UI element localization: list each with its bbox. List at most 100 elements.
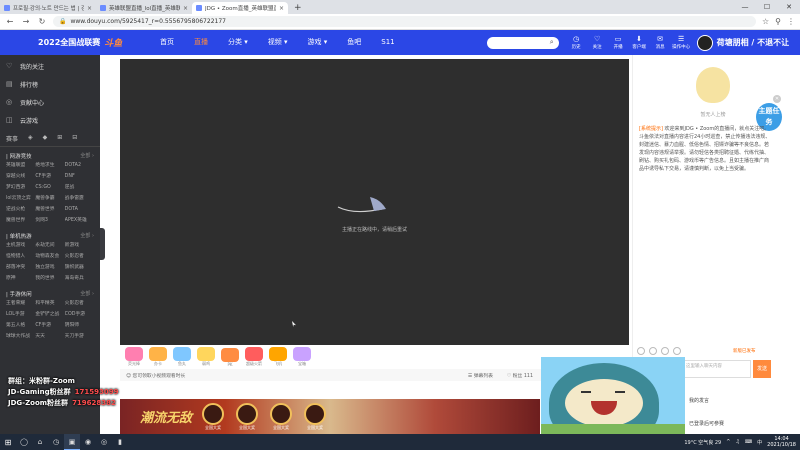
sidebar-item[interactable]: ♡ 我的关注 xyxy=(0,57,100,75)
browser-tab[interactable]: 英雄联盟直播_lol直播_英雄联盟...× xyxy=(96,2,192,14)
gift-icon[interactable] xyxy=(649,347,657,355)
browser-tab[interactable]: JDG • Zoom直播_英雄联盟直...× xyxy=(192,2,288,14)
category-item[interactable]: DOTA xyxy=(65,205,94,214)
chat-input[interactable]: 这里输入聊天内容 xyxy=(683,360,751,378)
category-item[interactable]: 逆战 xyxy=(65,183,94,192)
category-item[interactable]: 天天 xyxy=(35,332,64,341)
sidebar-icon-item[interactable]: 赛事 xyxy=(6,134,18,143)
close-icon[interactable]: ✕ xyxy=(773,95,781,103)
tab-close-icon[interactable]: × xyxy=(279,5,284,12)
category-item[interactable]: 第五人格 xyxy=(6,321,35,330)
tray-icon[interactable]: ♫ xyxy=(735,439,739,446)
video-player[interactable]: 主播正在路线中，请稍后重试 xyxy=(120,59,629,345)
window-close-icon[interactable]: ✕ xyxy=(778,0,800,14)
control-bar-item[interactable]: ♡ 粉丝 111 xyxy=(507,372,533,379)
category-item[interactable]: 火影忍者 xyxy=(65,299,94,308)
header-action[interactable]: ▭ 开播 xyxy=(609,35,628,50)
category-item[interactable]: 球球大作战 xyxy=(6,332,35,341)
gift-item[interactable]: 荧光棒 xyxy=(125,347,143,367)
menu-dots-icon[interactable]: ⋮ xyxy=(787,17,795,26)
category-item[interactable]: CS:GO xyxy=(35,183,64,192)
category-item[interactable]: 魔兽世界 xyxy=(35,205,64,214)
taskbar-app-icon[interactable]: ◉ xyxy=(80,434,96,450)
category-item[interactable]: 魔兽世界 xyxy=(6,216,35,225)
category-item[interactable]: COD手游 xyxy=(65,310,94,319)
category-all-link[interactable]: 全部 › xyxy=(80,152,94,159)
sidebar-icon-item[interactable]: ⊞ xyxy=(57,134,62,143)
category-item[interactable]: 王者荣耀 xyxy=(6,299,35,308)
site-logo[interactable]: 2022全国战联赛 斗鱼 xyxy=(0,30,150,55)
gift-item[interactable]: 鱼丸 xyxy=(173,347,191,367)
category-item[interactable]: 战争雷霆 xyxy=(65,194,94,203)
extensions-icon[interactable]: ⚲ xyxy=(775,17,781,26)
tray-icon[interactable]: 中 xyxy=(757,439,762,446)
ad-prize[interactable]: 全国大奖 xyxy=(304,402,327,431)
taskbar-app-icon[interactable]: ◯ xyxy=(16,434,32,450)
header-action[interactable]: ✉ 消息 xyxy=(651,35,670,50)
category-item[interactable]: 独立游戏 xyxy=(35,263,64,272)
nav-item[interactable]: 首页 xyxy=(150,30,184,55)
gift-item[interactable]: 办卡 xyxy=(149,347,167,367)
category-item[interactable]: 魔兽争霸 xyxy=(35,194,64,203)
taskbar-app-icon[interactable]: ▮ xyxy=(112,434,128,450)
clock[interactable]: 14:04 2021/10/18 xyxy=(767,436,796,448)
category-item[interactable]: lol云顶之弈 xyxy=(6,194,35,203)
windows-start-icon[interactable]: ⊞ xyxy=(0,434,16,450)
category-item[interactable]: 金铲铲之战 xyxy=(35,310,64,319)
weather-widget[interactable]: 19°C 空气良 29 xyxy=(684,439,721,446)
sidebar-item[interactable]: ◎ 贡献中心 xyxy=(0,93,100,111)
category-item[interactable]: 梦幻西游 xyxy=(6,183,35,192)
gift-item[interactable]: 飞机 xyxy=(269,347,287,367)
settings-icon[interactable] xyxy=(661,347,669,355)
sidebar-collapse-handle[interactable] xyxy=(100,228,105,260)
gift-item[interactable]: 弱鸡 xyxy=(197,347,215,367)
new-tab-button[interactable]: + xyxy=(288,2,308,14)
category-item[interactable]: 永劫无间 xyxy=(35,241,64,250)
nav-item[interactable]: 直播 xyxy=(184,30,218,55)
header-action[interactable]: ♡ 关注 xyxy=(588,35,607,50)
sidebar-icon-item[interactable]: ⊟ xyxy=(72,134,77,143)
category-item[interactable]: 天刀手游 xyxy=(65,332,94,341)
ad-prize[interactable]: 全国大奖 xyxy=(270,402,293,431)
category-all-link[interactable]: 全部 › xyxy=(80,290,94,297)
search-icon[interactable]: ⌕ xyxy=(550,38,554,47)
header-action[interactable]: ☰ 操作中心 xyxy=(672,35,691,50)
nav-item[interactable]: 鱼吧 xyxy=(337,30,371,55)
ad-prize[interactable]: 全国大奖 xyxy=(202,402,225,431)
tab-close-icon[interactable]: × xyxy=(87,5,92,12)
back-icon[interactable]: ← xyxy=(5,17,15,26)
category-item[interactable]: 和平精英 xyxy=(35,299,64,308)
minimize-icon[interactable]: — xyxy=(734,0,756,14)
category-item[interactable]: 海岛奇兵 xyxy=(65,274,94,283)
sidebar-icon-item[interactable]: ◈ xyxy=(28,134,33,143)
sidebar-icon-item[interactable]: ◆ xyxy=(43,134,48,143)
new-version-label[interactable]: 新版已发布 xyxy=(733,348,756,354)
category-item[interactable]: 旗帜武器 xyxy=(65,263,94,272)
category-item[interactable]: LOL手游 xyxy=(6,310,35,319)
send-button[interactable]: 发送 xyxy=(753,360,771,378)
address-bar[interactable]: 🔒 www.douyu.com/5925417_r=0.555679580672… xyxy=(53,16,756,27)
emoji-icon[interactable] xyxy=(637,347,645,355)
category-item[interactable]: CF手游 xyxy=(35,172,64,181)
forward-icon[interactable]: → xyxy=(21,17,31,26)
category-item[interactable]: 逆战火枪 xyxy=(6,205,35,214)
category-item[interactable]: 主机游戏 xyxy=(6,241,35,250)
category-item[interactable]: 绝地求生 xyxy=(35,161,64,170)
taskbar-app-icon[interactable]: ◎ xyxy=(96,434,112,450)
nav-item[interactable]: S11 xyxy=(371,30,404,55)
nav-item[interactable]: 游戏 ▾ xyxy=(298,30,338,55)
reload-icon[interactable]: ↻ xyxy=(37,17,47,26)
category-item[interactable]: 我的世界 xyxy=(35,274,64,283)
floating-video-window[interactable] xyxy=(541,357,685,434)
category-item[interactable]: 剑网3 xyxy=(35,216,64,225)
category-item[interactable]: 穿越火线 xyxy=(6,172,35,181)
tab-close-icon[interactable]: × xyxy=(183,5,188,12)
browser-tab[interactable]: 프로필·강의·노트 만드는 법 | 강좌 ...× xyxy=(0,2,96,14)
ad-prize[interactable]: 全国大奖 xyxy=(236,402,259,431)
category-item[interactable]: 英雄联盟 xyxy=(6,161,35,170)
fans-icon[interactable] xyxy=(673,347,681,355)
header-promo[interactable]: 荷塘朋相 / 不退不让 xyxy=(696,34,789,51)
tray-icon[interactable]: ⌨ xyxy=(745,439,752,446)
my-speech-link[interactable]: 我的发言 xyxy=(689,397,709,404)
nav-item[interactable]: 分类 ▾ xyxy=(218,30,258,55)
